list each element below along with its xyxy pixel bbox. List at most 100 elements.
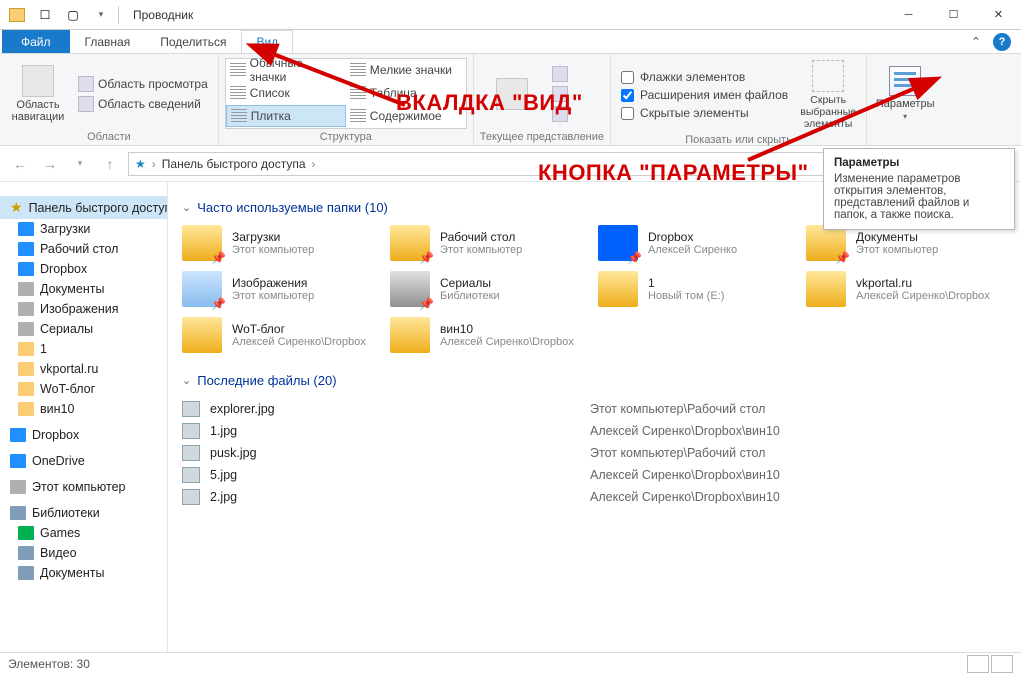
folder-item[interactable]: 1Новый том (E:) (598, 271, 798, 307)
add-columns-button[interactable] (548, 85, 572, 103)
close-button[interactable]: ✕ (976, 0, 1021, 30)
layout-list[interactable]: Список (226, 82, 346, 104)
folder-item[interactable]: 📌ЗагрузкиЭтот компьютер (182, 225, 382, 261)
tree-item[interactable]: Видео (0, 543, 167, 563)
qat-newfolder-icon[interactable]: ▢ (62, 4, 84, 26)
folder-item[interactable]: 📌ИзображенияЭтот компьютер (182, 271, 382, 307)
preview-pane-button[interactable]: Область просмотра (74, 75, 212, 93)
hide-selected-button[interactable]: Скрыть выбранные элементы (796, 58, 860, 132)
tree-item[interactable]: Dropbox (0, 259, 167, 279)
folder-item[interactable]: vkportal.ruАлексей Сиренко\Dropbox (806, 271, 1006, 307)
folder-name: Dropbox (648, 230, 737, 244)
details-pane-button[interactable]: Область сведений (74, 95, 212, 113)
folder-item[interactable]: 📌СериалыБиблиотеки (390, 271, 590, 307)
tree-item[interactable]: Рабочий стол (0, 239, 167, 259)
tab-share[interactable]: Поделиться (145, 30, 241, 53)
folder-item[interactable]: WoT-блогАлексей Сиренко\Dropbox (182, 317, 382, 353)
tree-icon (18, 546, 34, 560)
view-details-icon[interactable] (967, 655, 989, 673)
group-by-button[interactable] (548, 65, 572, 83)
maximize-button[interactable]: ☐ (931, 0, 976, 30)
layout-table[interactable]: Таблица (346, 82, 466, 104)
tree-item[interactable]: Этот компьютер (0, 477, 167, 497)
options-button[interactable]: Параметры ▾ (873, 58, 937, 129)
tree-icon (18, 566, 34, 580)
sort-icon (496, 78, 528, 110)
tree-item[interactable]: Изображения (0, 299, 167, 319)
folder-item[interactable]: 📌Рабочий столЭтот компьютер (390, 225, 590, 261)
folder-icon: 📌 (182, 271, 222, 307)
tree-item[interactable]: ★Панель быстрого доступа (0, 196, 167, 219)
tree-icon (18, 242, 34, 256)
back-button[interactable]: ← (8, 152, 32, 176)
folder-name: Документы (856, 230, 938, 244)
forward-button[interactable]: → (38, 152, 62, 176)
tree-label: Видео (40, 546, 77, 560)
ribbon-tabs: Файл Главная Поделиться Вид ⌃ ? (0, 30, 1021, 54)
tree-label: вин10 (40, 402, 74, 416)
layout-gallery[interactable]: Обычные значки Мелкие значки Список Табл… (225, 58, 467, 129)
tree-label: Этот компьютер (32, 480, 125, 494)
qat-dropdown-icon[interactable]: ▾ (90, 4, 112, 26)
tab-home[interactable]: Главная (70, 30, 146, 53)
navigation-pane-button[interactable]: Область навигации (6, 58, 70, 129)
collapse-ribbon-icon[interactable]: ⌃ (967, 33, 985, 51)
item-checkboxes[interactable]: Флажки элементов (621, 69, 788, 85)
tree-item[interactable]: Библиотеки (0, 503, 167, 523)
tree-item[interactable]: OneDrive (0, 451, 167, 471)
layout-content[interactable]: Содержимое (346, 105, 466, 127)
folder-name: вин10 (440, 322, 574, 336)
tree-item[interactable]: Games (0, 523, 167, 543)
file-name: 1.jpg (210, 424, 590, 438)
folder-name: vkportal.ru (856, 276, 990, 290)
minimize-button[interactable]: ─ (886, 0, 931, 30)
tree-label: WoT-блог (40, 382, 95, 396)
layout-large[interactable]: Обычные значки (226, 59, 346, 81)
breadcrumb-location[interactable]: Панель быстрого доступа (162, 157, 306, 171)
tree-item[interactable]: WoT-блог (0, 379, 167, 399)
folder-item[interactable]: вин10Алексей Сиренко\Dropbox (390, 317, 590, 353)
folder-sub: Этот компьютер (232, 290, 314, 302)
file-row[interactable]: pusk.jpgЭтот компьютер\Рабочий стол (182, 442, 1007, 464)
file-row[interactable]: 1.jpgАлексей Сиренко\Dropbox\вин10 (182, 420, 1007, 442)
file-path: Этот компьютер\Рабочий стол (590, 402, 765, 416)
tree-item[interactable]: vkportal.ru (0, 359, 167, 379)
tree-item[interactable]: Загрузки (0, 219, 167, 239)
file-row[interactable]: 2.jpgАлексей Сиренко\Dropbox\вин10 (182, 486, 1007, 508)
tree-item[interactable]: вин10 (0, 399, 167, 419)
folder-item[interactable]: 📌DropboxАлексей Сиренко (598, 225, 798, 261)
content-area[interactable]: Часто используемые папки (10) 📌ЗагрузкиЭ… (168, 182, 1021, 652)
details-icon (78, 96, 94, 112)
tree-item[interactable]: Сериалы (0, 319, 167, 339)
file-row[interactable]: explorer.jpgЭтот компьютер\Рабочий стол (182, 398, 1007, 420)
hidden-items[interactable]: Скрытые элементы (621, 105, 788, 121)
tree-label: 1 (40, 342, 47, 356)
tree-item[interactable]: 1 (0, 339, 167, 359)
tab-file[interactable]: Файл (2, 30, 70, 53)
layout-tiles[interactable]: Плитка (226, 105, 346, 127)
file-row[interactable]: 5.jpgАлексей Сиренко\Dropbox\вин10 (182, 464, 1007, 486)
tree-item[interactable]: Документы (0, 563, 167, 583)
help-icon[interactable]: ? (993, 33, 1011, 51)
tab-view[interactable]: Вид (241, 30, 293, 53)
navigation-tree[interactable]: ★Панель быстрого доступаЗагрузкиРабочий … (0, 182, 168, 652)
file-extensions[interactable]: Расширения имен файлов (621, 87, 788, 103)
layout-small[interactable]: Мелкие значки (346, 59, 466, 81)
sort-button[interactable] (480, 58, 544, 129)
folder-sub: Алексей Сиренко\Dropbox (440, 336, 574, 348)
up-button[interactable]: ↑ (98, 152, 122, 176)
recent-locations-icon[interactable]: ▾ (68, 152, 92, 176)
tree-item[interactable]: Документы (0, 279, 167, 299)
pin-icon: 📌 (419, 297, 434, 311)
file-name: explorer.jpg (210, 402, 590, 416)
folder-sub: Этот компьютер (232, 244, 314, 256)
folder-item[interactable]: 📌ДокументыЭтот компьютер (806, 225, 1006, 261)
qat-properties-icon[interactable]: ☐ (34, 4, 56, 26)
navpane-icon (22, 65, 54, 97)
view-large-icon[interactable] (991, 655, 1013, 673)
tree-item[interactable]: Dropbox (0, 425, 167, 445)
fit-columns-button[interactable] (548, 105, 572, 123)
pin-icon: 📌 (627, 251, 642, 265)
section-recent[interactable]: Последние файлы (20) (182, 373, 1007, 388)
pin-icon: 📌 (835, 251, 850, 265)
